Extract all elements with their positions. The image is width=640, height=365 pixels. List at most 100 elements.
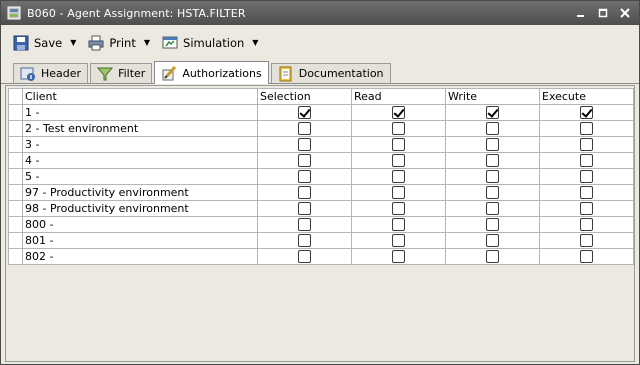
- write-checkbox[interactable]: [486, 186, 499, 200]
- execute-checkbox[interactable]: [580, 186, 593, 200]
- execute-checkbox[interactable]: [580, 234, 593, 248]
- write-checkbox[interactable]: [486, 138, 499, 152]
- table-row[interactable]: 98 - Productivity environment: [8, 200, 634, 217]
- table-row[interactable]: 1 -: [8, 104, 634, 121]
- write-checkbox[interactable]: [486, 234, 499, 248]
- table-row[interactable]: 4 -: [8, 152, 634, 169]
- tab-documentation[interactable]: Documentation: [270, 63, 391, 83]
- selection-checkbox[interactable]: [298, 202, 311, 216]
- write-cell: [445, 136, 540, 153]
- documentation-icon: [278, 66, 294, 82]
- row-header-cell[interactable]: [8, 216, 23, 233]
- row-header-cell[interactable]: [8, 248, 23, 265]
- read-checkbox[interactable]: [392, 138, 405, 152]
- table-row[interactable]: 97 - Productivity environment: [8, 184, 634, 201]
- tab-authorizations[interactable]: Authorizations: [154, 61, 269, 84]
- execute-checkbox[interactable]: [580, 218, 593, 232]
- write-cell: [445, 104, 540, 121]
- execute-checkbox[interactable]: [580, 250, 593, 264]
- write-checkbox[interactable]: [486, 122, 499, 136]
- print-button[interactable]: Print ▼: [84, 30, 154, 56]
- selection-checkbox[interactable]: [298, 138, 311, 152]
- printer-icon: [88, 34, 106, 52]
- row-header-cell[interactable]: [8, 232, 23, 249]
- table-row[interactable]: 802 -: [8, 248, 634, 265]
- read-cell: [351, 136, 446, 153]
- row-header-cell[interactable]: [8, 168, 23, 185]
- execute-checkbox[interactable]: [580, 106, 593, 120]
- selection-checkbox[interactable]: [298, 154, 311, 168]
- client-cell: 98 - Productivity environment: [22, 200, 258, 217]
- row-header-cell[interactable]: [8, 136, 23, 153]
- client-cell: 801 -: [22, 232, 258, 249]
- chevron-down-icon[interactable]: ▼: [70, 38, 76, 47]
- title-bar[interactable]: B060 - Agent Assignment: HSTA.FILTER: [1, 1, 639, 25]
- write-checkbox[interactable]: [486, 202, 499, 216]
- execute-cell: [539, 248, 634, 265]
- read-checkbox[interactable]: [392, 234, 405, 248]
- maximize-icon[interactable]: [595, 5, 611, 21]
- table-row[interactable]: 2 - Test environment: [8, 120, 634, 137]
- row-header-cell[interactable]: [8, 104, 23, 121]
- row-header-cell[interactable]: [8, 200, 23, 217]
- row-header-cell[interactable]: [8, 152, 23, 169]
- selection-checkbox[interactable]: [298, 186, 311, 200]
- column-header-execute[interactable]: Execute: [539, 88, 634, 105]
- selection-checkbox[interactable]: [298, 170, 311, 184]
- read-checkbox[interactable]: [392, 250, 405, 264]
- write-cell: [445, 120, 540, 137]
- row-header-cell[interactable]: [8, 184, 23, 201]
- table-row[interactable]: 5 -: [8, 168, 634, 185]
- selection-checkbox[interactable]: [298, 218, 311, 232]
- write-checkbox[interactable]: [486, 106, 499, 120]
- save-label: Save: [34, 35, 63, 50]
- write-cell: [445, 232, 540, 249]
- table-row[interactable]: 800 -: [8, 216, 634, 233]
- read-cell: [351, 152, 446, 169]
- selection-checkbox[interactable]: [298, 234, 311, 248]
- execute-checkbox[interactable]: [580, 138, 593, 152]
- selection-checkbox[interactable]: [298, 122, 311, 136]
- simulation-button[interactable]: Simulation ▼: [158, 30, 262, 56]
- execute-checkbox[interactable]: [580, 202, 593, 216]
- chevron-down-icon[interactable]: ▼: [144, 38, 150, 47]
- execute-checkbox[interactable]: [580, 122, 593, 136]
- chevron-down-icon[interactable]: ▼: [252, 38, 258, 47]
- column-header-write[interactable]: Write: [445, 88, 540, 105]
- execute-cell: [539, 168, 634, 185]
- tab-header[interactable]: Header: [13, 63, 89, 83]
- simulation-icon: [162, 34, 180, 52]
- read-checkbox[interactable]: [392, 170, 405, 184]
- write-checkbox[interactable]: [486, 250, 499, 264]
- close-icon[interactable]: [617, 5, 633, 21]
- write-checkbox[interactable]: [486, 170, 499, 184]
- write-checkbox[interactable]: [486, 154, 499, 168]
- row-header-cell[interactable]: [8, 120, 23, 137]
- column-header-read[interactable]: Read: [351, 88, 446, 105]
- table-row[interactable]: 3 -: [8, 136, 634, 153]
- write-cell: [445, 168, 540, 185]
- window-title: B060 - Agent Assignment: HSTA.FILTER: [27, 6, 246, 20]
- client-cell: 4 -: [22, 152, 258, 169]
- save-button[interactable]: Save ▼: [9, 30, 80, 56]
- read-cell: [351, 184, 446, 201]
- simulation-label: Simulation: [183, 35, 245, 50]
- write-cell: [445, 200, 540, 217]
- column-header-client[interactable]: Client: [22, 88, 258, 105]
- read-checkbox[interactable]: [392, 186, 405, 200]
- execute-checkbox[interactable]: [580, 154, 593, 168]
- minimize-icon[interactable]: [573, 5, 589, 21]
- read-checkbox[interactable]: [392, 106, 405, 120]
- selection-cell: [257, 168, 352, 185]
- execute-checkbox[interactable]: [580, 170, 593, 184]
- read-checkbox[interactable]: [392, 218, 405, 232]
- read-checkbox[interactable]: [392, 202, 405, 216]
- selection-checkbox[interactable]: [298, 250, 311, 264]
- write-checkbox[interactable]: [486, 218, 499, 232]
- read-checkbox[interactable]: [392, 122, 405, 136]
- selection-checkbox[interactable]: [298, 106, 311, 120]
- tab-filter[interactable]: Filter: [90, 63, 153, 83]
- table-row[interactable]: 801 -: [8, 232, 634, 249]
- read-checkbox[interactable]: [392, 154, 405, 168]
- column-header-selection[interactable]: Selection: [257, 88, 352, 105]
